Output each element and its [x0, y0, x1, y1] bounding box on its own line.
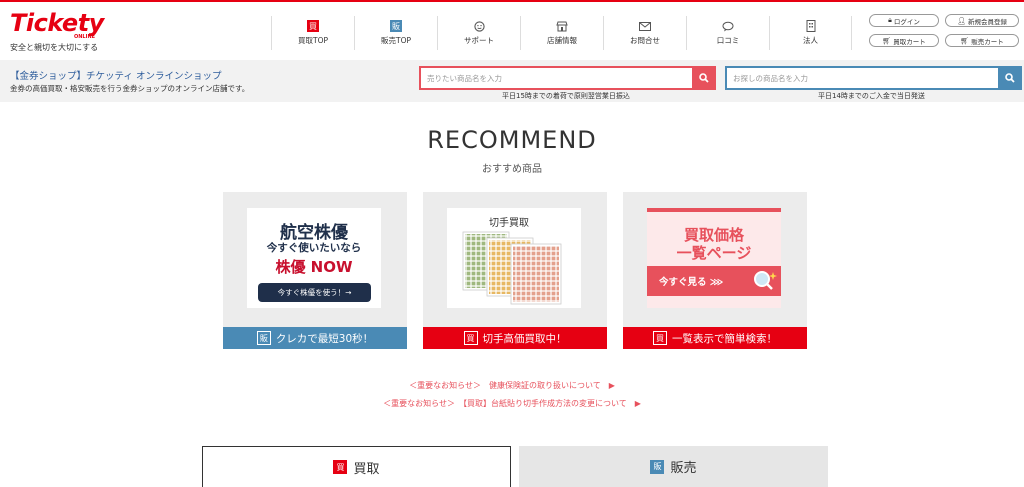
cart-icon: 🛒︎	[960, 36, 970, 45]
tab-sell[interactable]: 販 販売	[519, 446, 828, 487]
support-icon	[473, 20, 485, 32]
card-caption: 買 一覧表示で簡単検索！	[623, 327, 807, 349]
buy-tag: 買	[653, 331, 667, 345]
banner-top-stripe	[647, 208, 781, 212]
shop-description: 金券の高価買取・格安販売を行う金券ショップのオンライン店舗です。	[10, 84, 250, 93]
sell-cart-label: 販売カート	[971, 37, 1004, 46]
register-button[interactable]: 👤︎ 新規会員登録	[945, 14, 1019, 27]
user-icon: 👤︎	[957, 16, 966, 25]
stamps-banner: 切手買取	[447, 208, 581, 308]
important-notice-link[interactable]: ＜重要なお知らせ＞ 健康保険証の取り扱いについて ▶	[0, 380, 1024, 391]
building-icon	[805, 20, 817, 32]
register-label: 新規会員登録	[967, 17, 1007, 26]
buy-search-button[interactable]	[998, 66, 1022, 90]
sell-icon: 販	[390, 20, 402, 32]
site-logo[interactable]: Tickety ONLINE 安全と親切を大切にする	[10, 10, 110, 54]
nav-label: お問合せ	[630, 36, 660, 45]
stamp-sheets-image	[462, 231, 562, 305]
tab-buy[interactable]: 買 買取	[202, 446, 511, 487]
nav-label: 口コミ	[716, 36, 740, 45]
cart-icon: 🛒︎	[882, 36, 892, 45]
nav-label: 販売TOP	[380, 36, 411, 45]
search-icon	[1005, 73, 1015, 83]
card-caption-text: 切手高価買取中！	[482, 332, 567, 345]
sell-cart-button[interactable]: 🛒︎ 販売カート	[945, 34, 1019, 47]
nav-corporate[interactable]: 法人	[769, 16, 852, 50]
recommend-card-stamps[interactable]: 切手買取 買 切手高価買取中！	[423, 192, 607, 349]
login-button[interactable]: 🔒︎ ログイン	[869, 14, 939, 27]
logo-tagline: 安全と親切を大切にする	[10, 43, 99, 52]
nav-sell-top[interactable]: 販 販売TOP	[354, 16, 437, 50]
lock-icon: 🔒︎	[888, 16, 892, 24]
card-caption-text: クレカで最短30秒！	[275, 332, 374, 345]
magnifier-icon	[754, 271, 777, 290]
buy-tag: 買	[463, 331, 478, 345]
buy-tag: 買	[333, 460, 348, 474]
sell-search-note: 平日15時までの着荷で原則翌営業日振込	[502, 92, 630, 100]
stock-voucher-banner: 航空株優 今すぐ使いたいなら 株優 NOW 今すぐ株優を使う！→	[247, 208, 381, 308]
nav-label: 法人	[803, 36, 818, 45]
price-list-banner: 買取価格 一覧ページ 今すぐ見る ⋙	[647, 208, 781, 308]
buy-cart-label: 買取カート	[893, 37, 926, 46]
login-label: ログイン	[893, 17, 920, 26]
recommend-card-stock-voucher[interactable]: 航空株優 今すぐ使いたいなら 株優 NOW 今すぐ株優を使う！→ 販 クレカで最…	[223, 192, 407, 349]
important-notice-link[interactable]: ＜重要なお知らせ＞ 【買取】台紙貼り切手作成方法の変更について ▶	[0, 398, 1024, 409]
nav-store-info[interactable]: 店舗情報	[520, 16, 603, 50]
buy-cart-button[interactable]: 🛒︎ 買取カート	[869, 34, 939, 47]
banner-line2: 一覧ページ	[676, 244, 752, 262]
shop-name[interactable]: 【金券ショップ】チケッティ オンラインショップ	[10, 68, 221, 82]
nav-support[interactable]: サポート	[437, 16, 520, 50]
logo-brand: Tickety	[10, 9, 104, 37]
logo-online: ONLINE	[74, 34, 96, 40]
banner-product-name: 株優 NOW	[275, 258, 353, 276]
card-caption-text: 一覧表示で簡単検索！	[672, 332, 777, 345]
tab-label: 販売	[670, 461, 697, 476]
buy-search-input[interactable]	[725, 66, 998, 90]
nav-label: 店舗情報	[547, 36, 577, 45]
site-header: Tickety ONLINE 安全と親切を大切にする 買 買取TOP 販 販売T…	[0, 2, 1024, 60]
nav-buy-top[interactable]: 買 買取TOP	[271, 16, 354, 50]
main-nav: 買 買取TOP 販 販売TOP サポート 店舗情報 お問合せ 口コミ 法人	[271, 16, 852, 50]
sell-search	[419, 66, 716, 90]
store-icon	[556, 20, 568, 32]
nav-reviews[interactable]: 口コミ	[686, 16, 769, 50]
recommend-subtitle: おすすめ商品	[482, 164, 542, 175]
nav-contact[interactable]: お問合せ	[603, 16, 686, 50]
recommend-title: RECOMMEND	[427, 126, 597, 154]
sell-search-button[interactable]	[692, 66, 716, 90]
banner-subline: 今すぐ使いたいなら	[266, 242, 362, 254]
mail-icon	[639, 20, 651, 32]
buy-search-note: 平日14時までのご入金で当日発送	[818, 92, 925, 100]
nav-label: サポート	[464, 36, 494, 45]
sell-tag: 販	[256, 331, 271, 345]
sell-tag: 販	[650, 459, 665, 474]
card-caption: 買 切手高価買取中！	[423, 327, 607, 349]
shop-info-bar: 【金券ショップ】チケッティ オンラインショップ 金券の高価買取・格安販売を行う金…	[0, 60, 1024, 102]
buy-icon: 買	[307, 20, 319, 32]
sell-search-input[interactable]	[419, 66, 692, 90]
nav-label: 買取TOP	[297, 36, 328, 45]
tab-label: 買取	[353, 461, 380, 477]
search-icon	[699, 73, 709, 83]
chat-icon	[722, 20, 734, 32]
banner-cta: 今すぐ株優を使う！→	[258, 283, 371, 302]
buy-search	[725, 66, 1022, 90]
recommend-card-price-list[interactable]: 買取価格 一覧ページ 今すぐ見る ⋙ 買 一覧表示で簡単検索！	[623, 192, 807, 349]
card-caption: 販 クレカで最短30秒！	[223, 327, 407, 349]
